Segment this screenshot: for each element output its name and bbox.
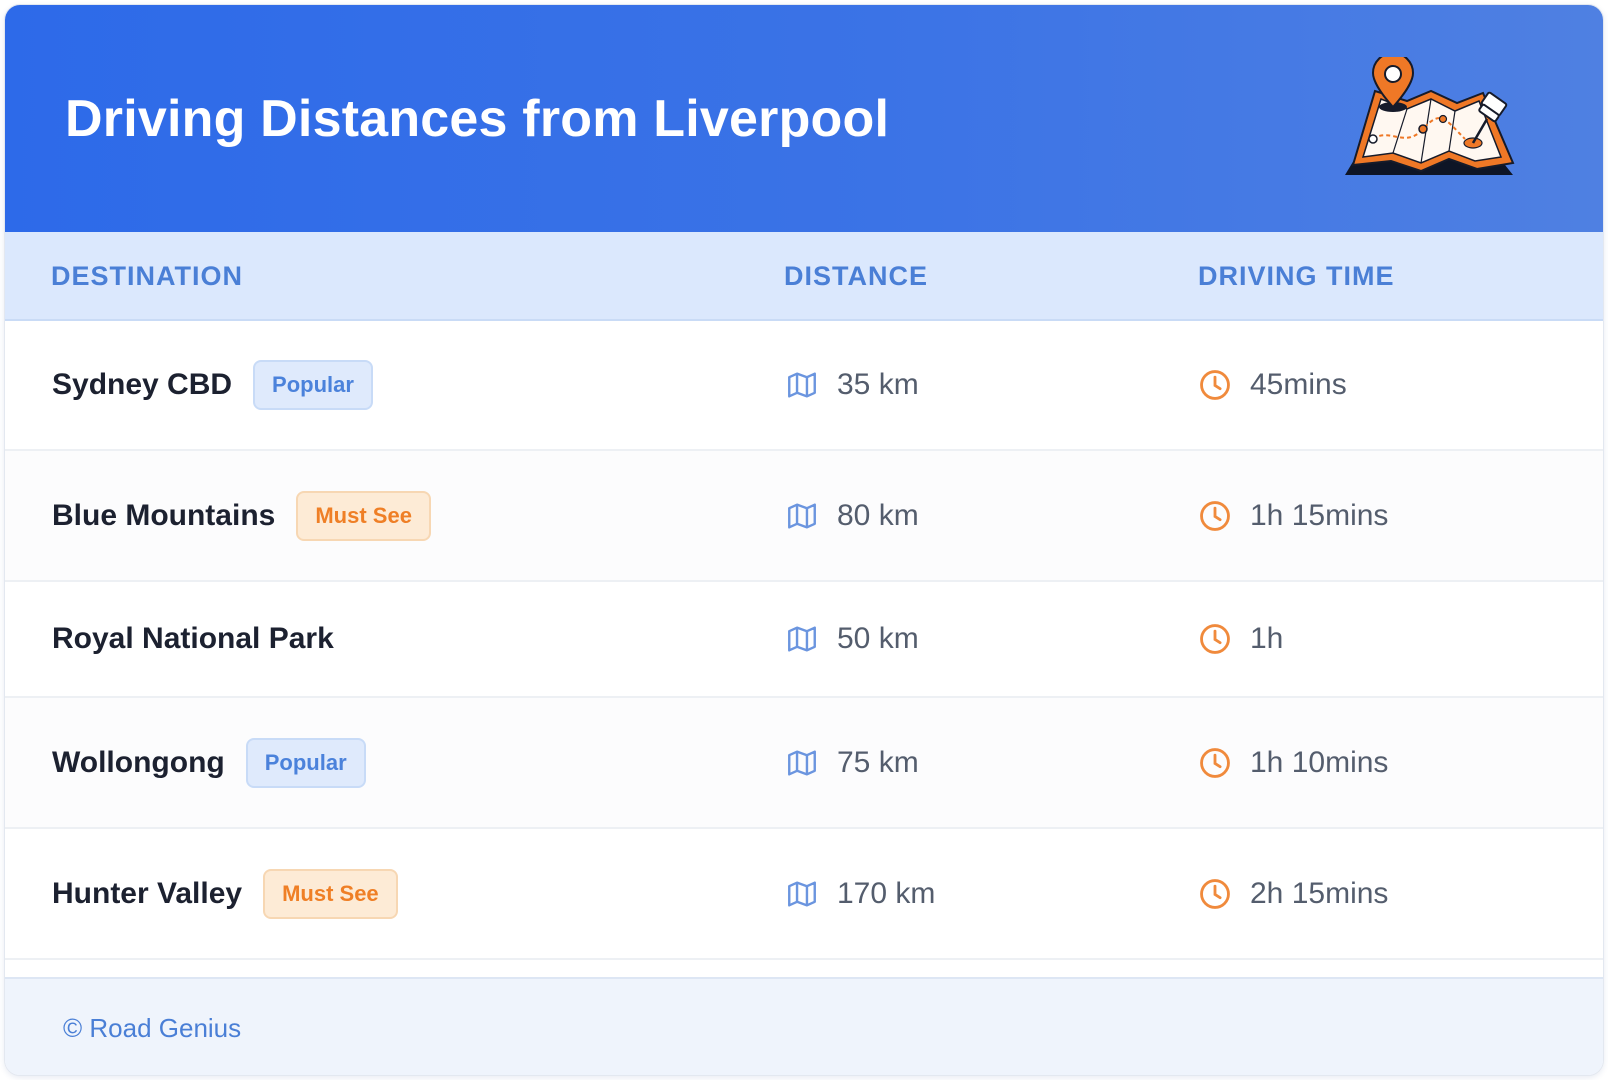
destination-name: Hunter Valley <box>52 876 243 910</box>
page-title: Driving Distances from Liverpool <box>65 90 890 148</box>
popular-badge: Popular <box>253 360 373 410</box>
table-body: Sydney CBD Popular 35 km 45mins Blue Mou… <box>5 321 1603 960</box>
distance-cell: 170 km <box>785 877 935 911</box>
destination-cell: Blue Mountains Must See <box>52 490 431 541</box>
card-footer: © Road Genius <box>5 977 1603 1075</box>
must-see-badge: Must See <box>296 490 431 541</box>
clock-icon <box>1200 624 1230 654</box>
popular-badge: Popular <box>245 737 366 788</box>
column-header-driving-time: DRIVING TIME <box>1198 261 1395 291</box>
clock-icon <box>1200 370 1230 400</box>
map-icon <box>788 502 816 529</box>
column-header-distance: DISTANCE <box>784 261 929 291</box>
destination-cell: Hunter Valley Must See <box>52 868 398 919</box>
map-icon <box>788 372 816 398</box>
map-icon <box>788 880 816 907</box>
map-icon <box>788 626 816 652</box>
time-cell: 45mins <box>1198 368 1347 402</box>
time-cell: 1h <box>1198 622 1283 656</box>
card-header: Driving Distances from Liverpool <box>5 5 1603 232</box>
distance-cell: 50 km <box>785 622 919 656</box>
time-cell: 2h 15mins <box>1198 877 1388 911</box>
distance-cell: 35 km <box>785 368 919 402</box>
footer-copyright: © Road Genius <box>63 1013 242 1043</box>
distance-value: 170 km <box>837 876 936 910</box>
distance-value: 50 km <box>837 622 919 655</box>
time-value: 2h 15mins <box>1250 876 1389 910</box>
destination-cell: Sydney CBD Popular <box>52 360 373 410</box>
clock-icon <box>1200 500 1230 531</box>
distance-value: 35 km <box>837 368 919 401</box>
distance-cell: 80 km <box>785 499 919 533</box>
destination-cell: Wollongong Popular <box>52 737 366 788</box>
time-value: 45mins <box>1250 368 1347 401</box>
destination-name: Sydney CBD <box>52 368 233 401</box>
table-row: Sydney CBD Popular 35 km 45mins <box>5 321 1603 451</box>
distance-cell: 75 km <box>785 746 919 780</box>
must-see-badge: Must See <box>263 868 398 919</box>
distance-value: 80 km <box>837 498 919 532</box>
clock-icon <box>1200 878 1230 909</box>
table-column-header: DESTINATION DISTANCE DRIVING TIME <box>5 232 1603 321</box>
table-row: Blue Mountains Must See 80 km 1h 15mins <box>5 451 1603 582</box>
table-row: Hunter Valley Must See 170 km 2h 15mins <box>5 829 1603 960</box>
destination-cell: Royal National Park <box>52 622 334 656</box>
destination-name: Royal National Park <box>52 622 334 655</box>
folded-map-with-location-pin-icon <box>1345 57 1515 175</box>
distance-value: 75 km <box>837 745 919 779</box>
distance-table-card: Driving Distances from Liverpool DESTINA… <box>4 4 1604 1076</box>
destination-name: Blue Mountains <box>52 498 276 532</box>
table-row: Royal National Park 50 km 1h <box>5 582 1603 698</box>
column-header-destination: DESTINATION <box>51 261 243 291</box>
time-value: 1h 15mins <box>1250 498 1389 532</box>
destination-name: Wollongong <box>52 745 225 779</box>
table-row: Wollongong Popular 75 km 1h 10mins <box>5 698 1603 829</box>
time-value: 1h <box>1250 622 1284 655</box>
time-cell: 1h 15mins <box>1198 499 1388 533</box>
time-value: 1h 10mins <box>1250 745 1389 779</box>
time-cell: 1h 10mins <box>1198 746 1388 780</box>
clock-icon <box>1200 747 1230 778</box>
map-icon <box>788 749 816 776</box>
